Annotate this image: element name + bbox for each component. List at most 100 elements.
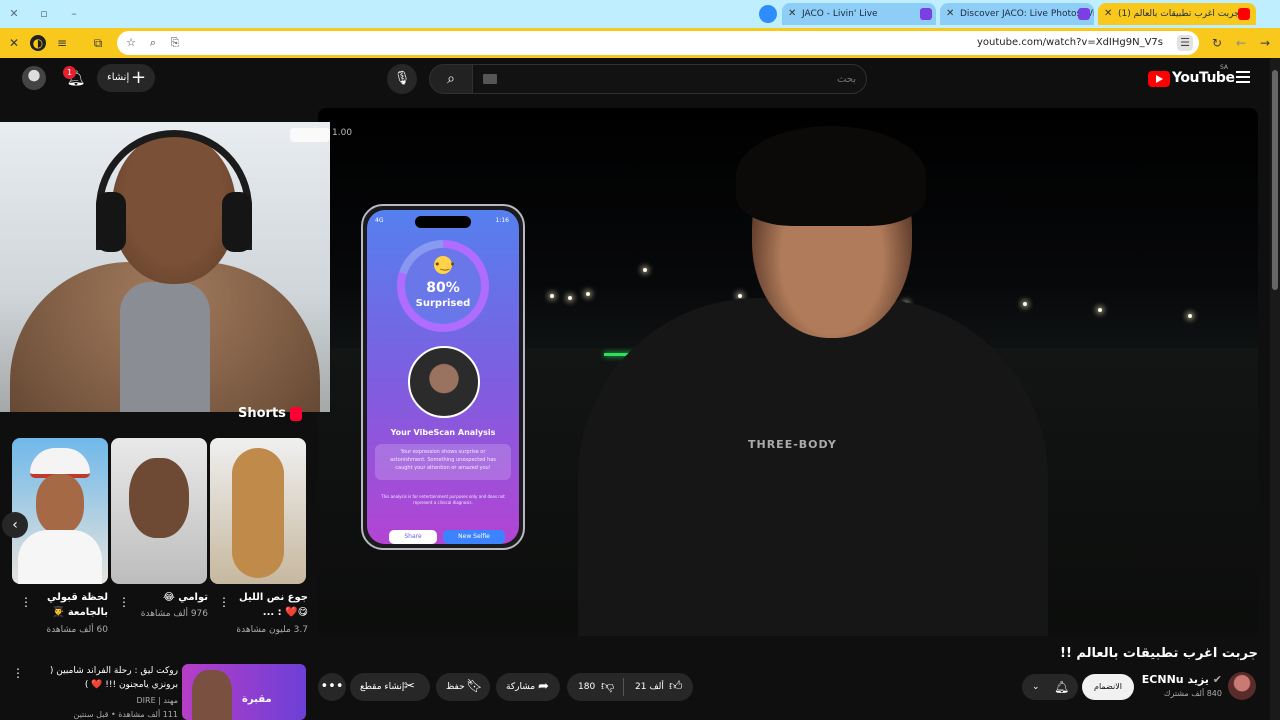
tab-youtube-active[interactable]: ✕ (1) جربت اغرب تطبيقات بالعالم !! — [1098, 3, 1256, 25]
subscribe-bell-button[interactable]: 🔔︎ ⌄ — [1022, 674, 1078, 700]
street-light — [1188, 314, 1192, 318]
phone-share-button: Share — [389, 530, 437, 544]
video-player[interactable]: THREE-BODY 1.00 4G 1:16 •‿• 80% Surprise… — [318, 108, 1258, 636]
minimize-window-icon[interactable]: – — [66, 6, 82, 22]
extension-avatar-icon[interactable]: ◐ — [30, 35, 46, 51]
scrollbar-thumb[interactable] — [1272, 70, 1278, 290]
street-light — [738, 294, 742, 298]
close-tab-icon[interactable]: ✕ — [788, 3, 796, 25]
channel-avatar[interactable] — [1228, 672, 1256, 700]
youtube-wordmark: YouTube — [1172, 70, 1235, 86]
tab-group-icon[interactable] — [759, 5, 777, 23]
neutral-face-icon: •‿• — [434, 256, 456, 274]
account-avatar[interactable] — [22, 66, 46, 90]
back-icon[interactable]: → — [1257, 35, 1273, 51]
recommended-more-icon[interactable]: ⋮ — [12, 666, 24, 682]
short-more-icon[interactable]: ⋮ — [20, 594, 32, 610]
page-scrollbar[interactable] — [1270, 58, 1280, 720]
phone-screen: 4G 1:16 •‿• 80% Surprised Your VibeScan … — [367, 210, 519, 544]
dynamic-island — [415, 216, 471, 228]
recommended-channel[interactable]: مهند | DIRE — [30, 696, 178, 705]
restore-window-icon[interactable]: ▫ — [36, 6, 52, 22]
url-text: youtube.com/watch?v=XdIHg9N_V7s — [977, 37, 1163, 48]
phone-new-selfie-button: New Selfie — [443, 530, 505, 544]
join-button[interactable]: الانضمام — [1082, 674, 1134, 700]
webcam-background-light — [290, 128, 330, 142]
notification-count-badge: 1 — [63, 66, 76, 79]
site-settings-icon[interactable]: ☰ — [1177, 35, 1193, 51]
share-icon: ➦ — [538, 679, 549, 694]
streamer-webcam-overlay — [0, 122, 330, 412]
recommended-thumbnail[interactable]: مقبرة — [182, 664, 306, 720]
keyboard-icon[interactable] — [483, 74, 497, 84]
search-button[interactable]: ⌕ — [429, 64, 473, 94]
clip-label: إنشاء مقطع — [360, 682, 405, 692]
dislike-icon[interactable]: 👎︎ — [601, 673, 614, 701]
chevron-down-icon: ⌄ — [1032, 682, 1040, 692]
hamburger-menu-icon[interactable] — [1236, 71, 1250, 83]
channel-name[interactable]: ✔︎ يزيد ECNNu — [1140, 673, 1222, 686]
more-actions-button[interactable]: ••• — [318, 673, 346, 701]
street-light — [1023, 302, 1027, 306]
screen: ✕ ▫ – ✕ JACO - Livin' Live ✕ Discover JA… — [0, 0, 1280, 720]
short-thumbnail[interactable] — [210, 438, 306, 584]
create-button[interactable]: إنشاء + — [97, 64, 155, 92]
save-button[interactable]: 🔖︎ حفظ — [436, 673, 490, 701]
short-more-icon[interactable]: ⋮ — [118, 594, 130, 610]
street-light — [1098, 308, 1102, 312]
region-code: SA — [1220, 64, 1229, 71]
short-title[interactable]: توامي 😂 — [132, 590, 208, 605]
analysis-text: Your expression shows surprise or astoni… — [375, 444, 511, 480]
shorts-prev-arrow-icon[interactable]: ‹ — [2, 512, 28, 538]
browser-toolbar: ✕ ◐ ≡ ⧉ ☆ ⌕ ⎘ youtube.com/watch?v=XdIHg9… — [0, 28, 1280, 58]
like-icon[interactable]: 👍︎ — [669, 673, 683, 701]
dislike-count[interactable]: 180 — [578, 673, 595, 701]
emotion-label: Surprised — [415, 298, 471, 309]
like-dislike-group: 👍︎ 21 ألف 👎︎ 180 — [567, 673, 693, 701]
share-button[interactable]: ➦ مشاركة — [496, 673, 560, 701]
shorts-logo-icon — [290, 407, 302, 421]
tab-jaco-live[interactable]: ✕ JACO - Livin' Live — [782, 3, 936, 25]
search-box[interactable] — [472, 64, 867, 94]
short-thumbnail[interactable] — [111, 438, 207, 584]
bookmark-star-icon[interactable]: ☆ — [123, 35, 139, 51]
analysis-title: Your VibeScan Analysis — [390, 428, 496, 437]
close-tab-icon[interactable]: ✕ — [946, 3, 954, 25]
voice-search-mic-icon[interactable]: 🎙︎ — [387, 64, 417, 94]
short-thumbnail[interactable] — [12, 438, 108, 584]
like-count[interactable]: 21 ألف — [635, 673, 664, 701]
status-time: 1:16 — [495, 217, 509, 224]
person-hair — [736, 126, 926, 226]
extensions-puzzle-icon[interactable]: ⧉ — [90, 35, 106, 51]
close-icon[interactable]: ✕ — [6, 35, 22, 51]
video-title: جربت اغرب تطبيقات بالعالم !! — [1060, 646, 1258, 661]
reading-list-icon[interactable]: ≡ — [54, 35, 70, 51]
recommended-title[interactable]: روكت ليق : رحلة الفراند شامبين ( برونزي … — [30, 664, 178, 692]
short-more-icon[interactable]: ⋮ — [218, 594, 230, 610]
street-light — [550, 294, 554, 298]
emotion-ring: •‿• 80% Surprised — [397, 240, 489, 332]
food-image — [232, 448, 284, 578]
short-title[interactable]: لحظة قبولي بالجامعة 👨‍🎓 — [36, 590, 108, 620]
short-views: 976 ألف مشاهدة — [140, 609, 208, 619]
tab-discover-jaco[interactable]: ✕ Discover JACO: Live Photos, Vid — [940, 3, 1094, 25]
like-divider — [623, 678, 624, 696]
address-bar[interactable]: ☆ ⌕ ⎘ youtube.com/watch?v=XdIHg9N_V7s ☰ — [117, 31, 1199, 55]
install-app-icon[interactable]: ⎘ — [167, 35, 183, 51]
close-tab-icon[interactable]: ✕ — [1104, 3, 1112, 25]
search-input[interactable] — [506, 65, 856, 93]
short-title[interactable]: جوع نص الليل 😋❤️ : ... — [234, 590, 308, 620]
bell-icon: 🔔︎ — [1054, 680, 1070, 694]
close-window-icon[interactable]: ✕ — [6, 6, 22, 22]
phone-mockup: 4G 1:16 •‿• 80% Surprised Your VibeScan … — [361, 204, 525, 550]
clip-button[interactable]: ✂ إنشاء مقطع — [350, 673, 430, 701]
headphone-ear-cup — [96, 192, 126, 252]
person-face — [36, 474, 84, 534]
reload-icon[interactable]: ↻ — [1209, 35, 1225, 51]
create-label: إنشاء — [107, 72, 130, 83]
more-horizontal-icon: ••• — [320, 679, 344, 694]
forward-icon[interactable]: ← — [1233, 35, 1249, 51]
zoom-icon[interactable]: ⌕ — [145, 35, 161, 51]
save-label: حفظ — [446, 682, 465, 692]
person-body — [578, 298, 1048, 636]
